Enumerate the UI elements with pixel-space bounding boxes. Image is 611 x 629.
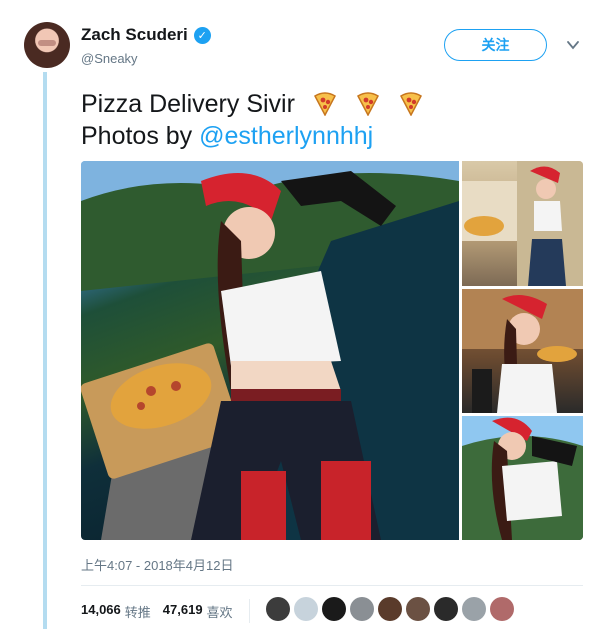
tweet-timestamp[interactable]: 上午4:07 - 2018年4月12日 <box>81 555 233 574</box>
liker-avatar[interactable] <box>490 597 514 621</box>
photo-thumbnail-2-illustration <box>462 289 583 413</box>
photo-thumbnail-2[interactable] <box>462 289 583 413</box>
author-handle[interactable]: @Sneaky <box>81 51 138 66</box>
liker-avatar[interactable] <box>322 597 346 621</box>
media-grid <box>81 161 583 540</box>
pizza-icon <box>313 92 336 116</box>
tweet-line-1: Pizza Delivery Sivir <box>81 88 424 120</box>
liker-avatar[interactable] <box>350 597 374 621</box>
liker-avatars <box>266 597 514 621</box>
likes-count: 47,619 <box>162 601 203 617</box>
chevron-down-icon[interactable] <box>566 38 580 52</box>
author-name[interactable]: Zach Scuderi <box>81 25 188 45</box>
liker-avatar[interactable] <box>406 597 430 621</box>
mention-link[interactable]: @estherlynnhhj <box>199 122 373 150</box>
pizza-icon <box>356 92 379 116</box>
liker-avatar[interactable] <box>266 597 290 621</box>
likes-stat[interactable]: 47,619 喜欢 <box>163 602 233 621</box>
follow-button[interactable]: 关注 <box>444 29 547 61</box>
author-name-row[interactable]: Zach Scuderi ✓ <box>81 25 211 45</box>
liker-avatar[interactable] <box>434 597 458 621</box>
liker-avatar[interactable] <box>378 597 402 621</box>
liker-avatar[interactable] <box>294 597 318 621</box>
author-avatar[interactable] <box>24 22 70 68</box>
pizza-icon <box>399 92 422 116</box>
photo-main-illustration <box>81 161 459 540</box>
thread-line <box>43 72 47 629</box>
photo-thumbnail-1-illustration <box>462 161 583 286</box>
tweet-title: Pizza Delivery Sivir <box>81 90 295 118</box>
stats-separator <box>248 599 250 623</box>
photo-main[interactable] <box>81 161 459 540</box>
photo-thumbnail-3-illustration <box>462 416 583 540</box>
photo-thumbnail-3[interactable] <box>462 416 583 540</box>
retweets-stat[interactable]: 14,066 转推 <box>81 602 151 621</box>
photos-by-text: Photos by <box>81 122 200 150</box>
retweets-label: 转推 <box>124 604 151 620</box>
tweet-stats: 14,066 转推 47,619 喜欢 <box>81 599 250 623</box>
verified-badge-icon: ✓ <box>193 26 211 44</box>
liker-avatar[interactable] <box>462 597 486 621</box>
tweet-text: Pizza Delivery Sivir Photos by @estherly… <box>81 88 424 152</box>
likes-label: 喜欢 <box>206 604 233 620</box>
divider <box>81 585 583 586</box>
photo-thumbnail-1[interactable] <box>462 161 583 286</box>
retweets-count: 14,066 <box>81 601 121 617</box>
tweet-line-2: Photos by @estherlynnhhj <box>81 120 424 152</box>
